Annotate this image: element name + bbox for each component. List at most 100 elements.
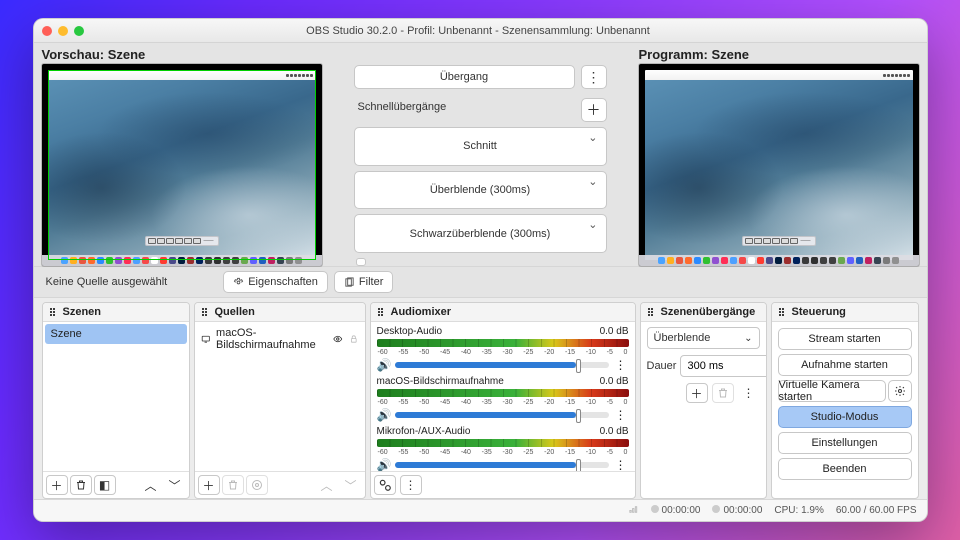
quick-transition-cut[interactable]: Schnitt [354, 127, 607, 166]
transition-select[interactable]: Überblende [647, 327, 760, 349]
preview-macos-dock [42, 255, 322, 266]
volume-slider[interactable] [395, 412, 609, 418]
add-quick-transition-button[interactable]: ＋ [581, 98, 607, 122]
visibility-toggle[interactable] [333, 333, 343, 345]
screen-capture-icon [201, 333, 211, 345]
vcam-settings-button[interactable] [888, 380, 912, 402]
remove-scene-button[interactable] [70, 475, 92, 495]
transition-props-button[interactable]: ⋮ [738, 383, 760, 403]
program-viewport[interactable]: —— [639, 64, 919, 266]
start-record-button[interactable]: Aufnahme starten [778, 354, 912, 376]
sources-header[interactable]: Quellen [195, 303, 365, 322]
controls-panel: Steuerung Stream starten Aufnahme starte… [771, 302, 919, 499]
fps-indicator: 60.00 / 60.00 FPS [836, 505, 917, 516]
controls-title: Steuerung [792, 306, 846, 318]
stream-time: 00:00:00 [662, 505, 701, 516]
tbar-slider[interactable] [356, 258, 366, 266]
source-item-label: macOS-Bildschirmaufnahme [216, 327, 327, 351]
source-move-down-button[interactable]: ﹀ [340, 475, 362, 495]
transition-select-value: Überblende [654, 332, 711, 344]
studio-area: Vorschau: Szene —— Übergang ⋮ Schnellübe… [34, 43, 927, 266]
trash-icon [75, 479, 87, 491]
mute-button[interactable]: 🔊 [377, 458, 391, 471]
volume-slider[interactable] [395, 462, 609, 468]
studio-mode-button[interactable]: Studio-Modus [778, 406, 912, 428]
scenes-header[interactable]: Szenen [43, 303, 189, 322]
mixer-channel: Desktop-Audio0.0 dB-60-55-50-45-40-35-30… [373, 324, 633, 374]
properties-button[interactable]: Eigenschaften [223, 271, 328, 293]
record-time: 00:00:00 [723, 505, 762, 516]
scenes-toolbar: ＋ ◧ ︿ ﹀ [43, 471, 189, 498]
audio-mixer-panel: Audiomixer Desktop-Audio0.0 dB-60-55-50-… [370, 302, 636, 499]
sources-panel: Quellen macOS-Bildschirmaufnahme ＋ [194, 302, 366, 499]
scene-transitions-header[interactable]: Szenenübergänge [641, 303, 766, 322]
preview-content: —— [48, 80, 316, 260]
meter-ticks: -60-55-50-45-40-35-30-25-20-15-10-50 [377, 399, 629, 406]
remove-source-button[interactable] [222, 475, 244, 495]
exit-button[interactable]: Beenden [778, 458, 912, 480]
transition-menu-button[interactable]: ⋮ [581, 65, 607, 89]
controls-header[interactable]: Steuerung [772, 303, 918, 322]
scene-filter-button[interactable]: ◧ [94, 475, 116, 495]
audio-meter [377, 389, 629, 397]
dock-grip-icon [201, 307, 211, 317]
trash-icon [227, 479, 239, 491]
no-source-selected-label: Keine Quelle ausgewählt [42, 276, 172, 288]
minimize-window-button[interactable] [58, 26, 68, 36]
transition-button[interactable]: Übergang [354, 65, 575, 89]
status-bar: 00:00:00 00:00:00 CPU: 1.9% 60.00 / 60.0… [34, 499, 927, 521]
preview-viewport[interactable]: —— [42, 64, 322, 266]
add-scene-button[interactable]: ＋ [46, 475, 68, 495]
volume-slider[interactable] [395, 362, 609, 368]
scene-move-down-button[interactable]: ﹀ [164, 475, 186, 495]
close-window-button[interactable] [42, 26, 52, 36]
mute-button[interactable]: 🔊 [377, 408, 391, 422]
window-title: OBS Studio 30.2.0 - Profil: Unbenannt - … [84, 25, 873, 37]
record-indicator: 00:00:00 [712, 505, 762, 516]
lock-icon[interactable] [349, 333, 359, 345]
quick-transition-fade[interactable]: Überblende (300ms) [354, 171, 607, 210]
mixer-menu-button[interactable]: ⋮ [400, 475, 422, 495]
start-vcam-button[interactable]: Virtuelle Kamera starten [778, 380, 886, 402]
source-properties-button[interactable] [246, 475, 268, 495]
mixer-channel-level: 0.0 dB [600, 426, 629, 437]
docks-area: Szenen Szene ＋ ◧ ︿ ﹀ Quellen [34, 298, 927, 499]
channel-menu-button[interactable]: ⋮ [613, 408, 629, 422]
mixer-channel-level: 0.0 dB [600, 376, 629, 387]
filters-button[interactable]: Filter [334, 271, 393, 293]
scene-move-up-button[interactable]: ︿ [140, 475, 162, 495]
remove-transition-button[interactable] [712, 383, 734, 403]
channel-menu-button[interactable]: ⋮ [613, 458, 629, 471]
mixer-title: Audiomixer [391, 306, 452, 318]
duration-input[interactable] [680, 355, 765, 377]
quick-transition-blackfade[interactable]: Schwarzüberblende (300ms) [354, 214, 607, 253]
source-move-up-button[interactable]: ︿ [316, 475, 338, 495]
scenes-title: Szenen [63, 306, 102, 318]
start-stream-button[interactable]: Stream starten [778, 328, 912, 350]
zoom-window-button[interactable] [74, 26, 84, 36]
properties-button-label: Eigenschaften [248, 276, 318, 288]
source-toolbar-strip: Keine Quelle ausgewählt Eigenschaften Fi… [34, 266, 927, 298]
dock-grip-icon [377, 307, 387, 317]
dock-grip-icon [49, 307, 59, 317]
advanced-audio-button[interactable] [374, 475, 396, 495]
scene-item[interactable]: Szene [45, 324, 187, 344]
channel-menu-button[interactable]: ⋮ [613, 358, 629, 372]
scenes-panel: Szenen Szene ＋ ◧ ︿ ﹀ [42, 302, 190, 499]
stream-indicator: 00:00:00 [651, 505, 701, 516]
add-source-button[interactable]: ＋ [198, 475, 220, 495]
mute-button[interactable]: 🔊 [377, 358, 391, 372]
settings-button[interactable]: Einstellungen [778, 432, 912, 454]
gear-icon [894, 385, 906, 397]
settings-advanced-icon [378, 478, 392, 492]
scene-transitions-panel: Szenenübergänge Überblende Dauer ▲▼ ＋ [640, 302, 767, 499]
source-item[interactable]: macOS-Bildschirmaufnahme [197, 324, 363, 354]
mixer-channel-name: Desktop-Audio [377, 326, 443, 337]
sources-title: Quellen [215, 306, 255, 318]
program-mini-toolbar: —— [742, 236, 816, 246]
mixer-header[interactable]: Audiomixer [371, 303, 635, 322]
program-macos-menubar [645, 70, 913, 80]
preview-mini-toolbar: —— [145, 236, 219, 246]
add-transition-button[interactable]: ＋ [686, 383, 708, 403]
meter-ticks: -60-55-50-45-40-35-30-25-20-15-10-50 [377, 349, 629, 356]
